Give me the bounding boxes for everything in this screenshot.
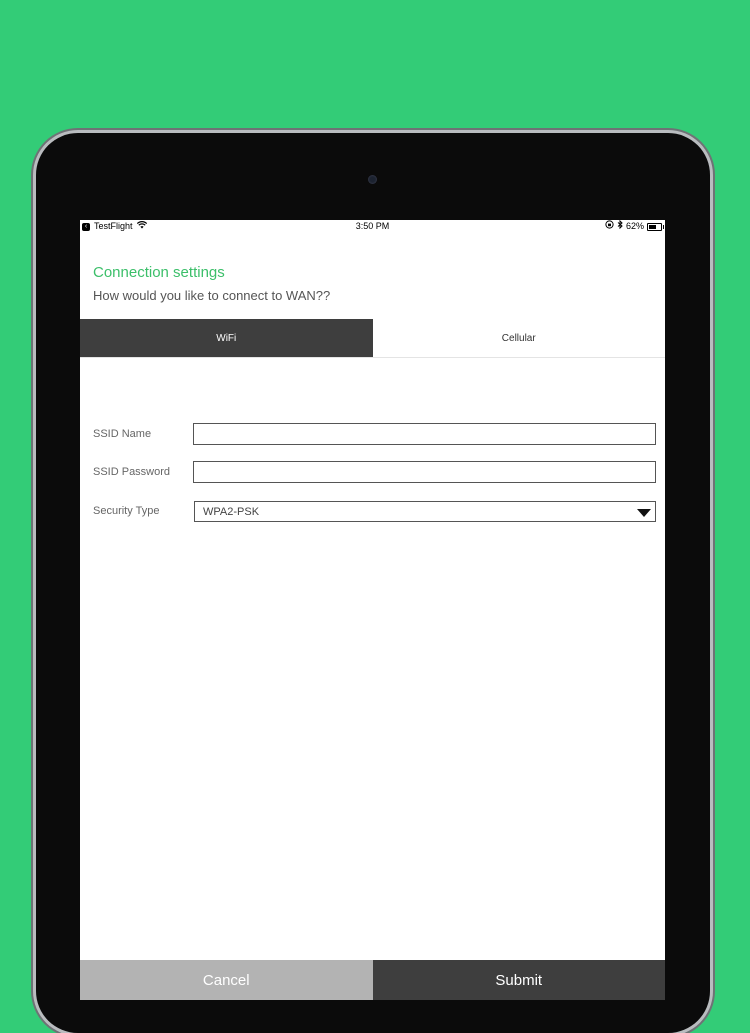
tab-wifi[interactable]: WiFi (80, 319, 373, 357)
tab-cellular[interactable]: Cellular (372, 319, 665, 357)
ssid-name-input[interactable] (192, 423, 656, 445)
bluetooth-icon (617, 220, 623, 233)
status-time: 3:50 PM (355, 221, 390, 231)
connection-tabs: WiFi Cellular (80, 319, 665, 358)
battery-level-fill (649, 224, 656, 229)
ssid-password-input[interactable] (192, 461, 656, 483)
submit-button[interactable]: Submit (372, 960, 665, 1000)
battery-percent: 62% (625, 221, 644, 231)
ssid-password-row: SSID Password (93, 460, 656, 484)
security-type-select[interactable]: WPA2-PSK (194, 500, 656, 522)
status-bar-left: ‹ TestFlight (82, 220, 147, 233)
ssid-name-label: SSID Name (93, 428, 152, 440)
cancel-button[interactable]: Cancel (80, 960, 373, 1000)
orientation-lock-icon (605, 220, 614, 233)
security-type-row: Security Type WPA2-PSK (93, 499, 656, 523)
back-to-app-icon[interactable]: ‹ (82, 222, 90, 231)
page-title: Connection settings (93, 264, 225, 281)
status-bar-right: 62% (605, 220, 664, 233)
wifi-icon (136, 220, 147, 233)
security-type-value: WPA2-PSK (203, 505, 260, 518)
carrier-label: TestFlight (94, 221, 133, 231)
footer-actions: Cancel Submit (80, 960, 665, 1000)
security-type-label: Security Type (93, 505, 160, 517)
status-bar: ‹ TestFlight 3:50 PM 62% (80, 220, 665, 233)
app-screen: ‹ TestFlight 3:50 PM 62% Connection sett… (80, 220, 665, 1000)
ssid-name-row: SSID Name (93, 422, 656, 446)
camera-icon (368, 175, 377, 184)
chevron-down-icon (637, 508, 651, 517)
battery-icon (647, 222, 664, 231)
page-subtitle: How would you like to connect to WAN?? (93, 288, 331, 303)
ssid-password-label: SSID Password (93, 466, 171, 478)
